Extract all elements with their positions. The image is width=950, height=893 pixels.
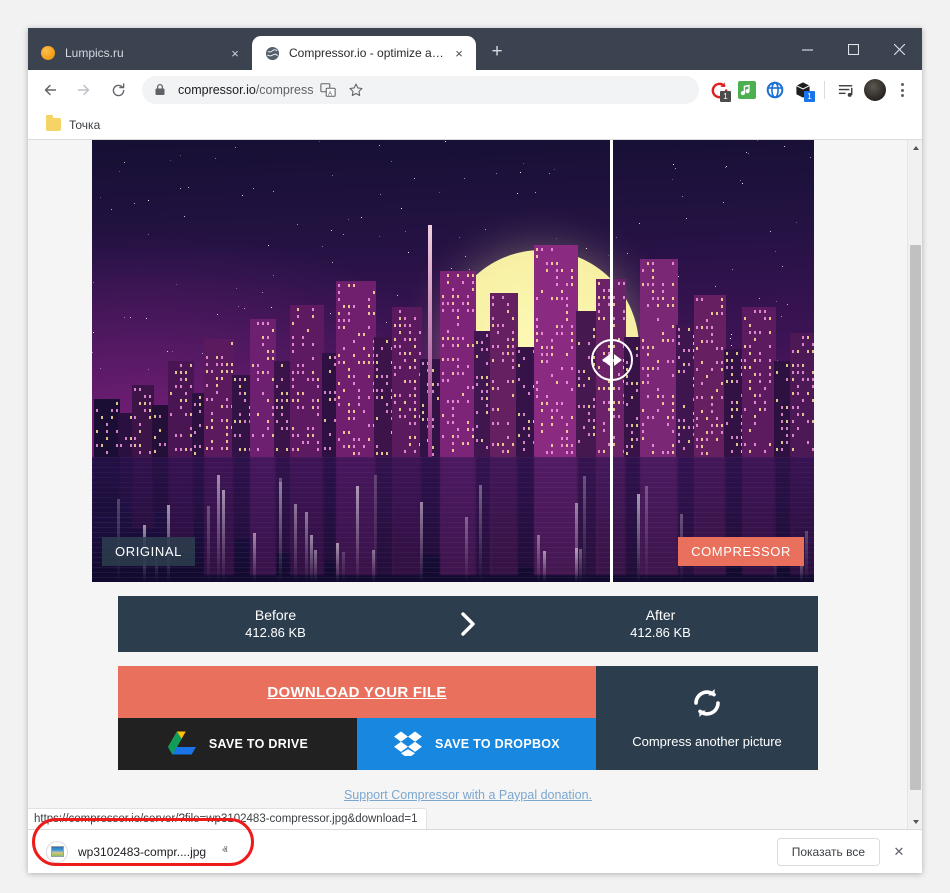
tab-title: Lumpics.ru: [65, 46, 124, 60]
cloud-save-row: SAVE TO DRIVE SAVE TO DROPBOX: [118, 718, 596, 770]
extension-badge: 1: [804, 91, 815, 102]
forward-button[interactable]: [70, 76, 98, 104]
chevron-up-icon[interactable]: ⱏ: [222, 845, 227, 858]
compressor-label: COMPRESSOR: [678, 537, 804, 566]
tab-compressor[interactable]: Compressor.io - optimize and co ×: [252, 36, 476, 70]
scroll-down-icon[interactable]: [908, 814, 922, 829]
before-stat: Before 412.86 KB: [118, 606, 433, 642]
translate-icon[interactable]: A: [315, 77, 341, 103]
page-viewport: ORIGINAL COMPRESSOR Before 412.86 KB Aft…: [28, 140, 922, 829]
minimize-button[interactable]: [784, 28, 830, 70]
blue-globe-extension-icon[interactable]: [762, 77, 788, 103]
file-thumbnail-icon: [46, 840, 68, 863]
compress-another-label: Compress another picture: [632, 733, 782, 749]
shelf-actions: Показать все ✕: [776, 837, 912, 866]
maximize-button[interactable]: [830, 28, 876, 70]
profile-avatar[interactable]: [864, 79, 886, 101]
scrollbar-thumb[interactable]: [910, 245, 921, 790]
original-label: ORIGINAL: [102, 537, 195, 566]
page-scrollbar[interactable]: [907, 140, 922, 829]
after-title: After: [645, 607, 676, 623]
toolbar-divider: [824, 81, 825, 99]
download-file-name: wp3102483-compr....jpg: [78, 844, 207, 859]
refresh-icon: [691, 688, 723, 723]
paypal-donation-link[interactable]: Support Compressor with a Paypal donatio…: [118, 788, 818, 802]
slider-handle-icon[interactable]: [590, 339, 633, 381]
tab-strip: Lumpics.ru × Compressor.io - optimize an…: [28, 28, 922, 70]
address-bar[interactable]: compressor.io/compress A: [142, 76, 699, 104]
download-your-file-button[interactable]: DOWNLOAD YOUR FILE: [118, 666, 596, 718]
google-drive-icon: [167, 730, 197, 759]
bookmark-label: Точка: [69, 117, 101, 132]
downloads-shelf: wp3102483-compr....jpg ⱏ Показать все ✕: [28, 829, 922, 873]
compress-another-button[interactable]: Compress another picture: [596, 666, 818, 770]
tab-close-icon[interactable]: ×: [450, 44, 468, 62]
lock-icon: [154, 83, 168, 97]
show-all-downloads-button[interactable]: Показать все: [776, 837, 880, 866]
black-box-extension-icon[interactable]: 1: [790, 77, 816, 103]
bookmark-item-tochka[interactable]: Точка: [38, 115, 108, 135]
url-text: compressor.io/compress: [178, 83, 313, 97]
new-tab-button[interactable]: +: [482, 37, 512, 67]
save-to-drive-button[interactable]: SAVE TO DRIVE: [118, 718, 357, 770]
before-value: 412.86 KB: [245, 625, 306, 640]
star-icon[interactable]: [343, 77, 369, 103]
tab-title: Compressor.io - optimize and co: [289, 46, 446, 60]
orange-circle-favicon: [40, 45, 56, 61]
save-to-dropbox-button[interactable]: SAVE TO DROPBOX: [357, 718, 596, 770]
before-title: Before: [254, 607, 297, 623]
browser-toolbar: compressor.io/compress A 1 1: [28, 70, 922, 110]
city-skyline: [92, 225, 814, 457]
tab-lumpics[interactable]: Lumpics.ru ×: [28, 36, 252, 70]
image-compare-widget[interactable]: ORIGINAL COMPRESSOR: [92, 140, 814, 582]
extension-badge: 1: [720, 91, 731, 102]
reading-list-icon[interactable]: [833, 77, 859, 103]
scroll-up-icon[interactable]: [908, 140, 922, 155]
after-value: 412.86 KB: [630, 625, 691, 640]
tab-close-icon[interactable]: ×: [226, 44, 244, 62]
page-content: ORIGINAL COMPRESSOR Before 412.86 KB Aft…: [28, 140, 907, 829]
bookmarks-bar: Точка: [28, 110, 922, 140]
green-music-extension-icon[interactable]: [734, 77, 760, 103]
dropbox-icon: [393, 730, 423, 759]
url-path: /compress: [255, 83, 314, 97]
download-group: DOWNLOAD YOUR FILE SAVE TO DRIVE SAVE TO…: [118, 666, 596, 770]
arrow-right-icon: [433, 610, 503, 638]
reload-button[interactable]: [104, 76, 132, 104]
kebab-menu-icon[interactable]: [890, 77, 914, 103]
back-button[interactable]: [36, 76, 64, 104]
save-to-dropbox-label: SAVE TO DROPBOX: [435, 737, 560, 751]
url-host: compressor.io: [178, 83, 256, 97]
size-stats-bar: Before 412.86 KB After 412.86 KB: [118, 596, 818, 652]
after-stat: After 412.86 KB: [503, 606, 818, 642]
status-url-bubble: https://compressor.io/server/?file=wp310…: [28, 808, 427, 829]
close-button[interactable]: [876, 28, 922, 70]
action-buttons: DOWNLOAD YOUR FILE SAVE TO DRIVE SAVE TO…: [118, 666, 818, 770]
window-controls: [784, 28, 922, 70]
close-shelf-icon[interactable]: ✕: [886, 839, 912, 865]
download-item[interactable]: wp3102483-compr....jpg ⱏ: [38, 836, 236, 868]
browser-window: Lumpics.ru × Compressor.io - optimize an…: [28, 28, 922, 873]
folder-icon: [46, 115, 61, 131]
globe-favicon: [264, 45, 280, 61]
red-refresh-extension-icon[interactable]: 1: [706, 77, 732, 103]
save-to-drive-label: SAVE TO DRIVE: [208, 737, 309, 751]
